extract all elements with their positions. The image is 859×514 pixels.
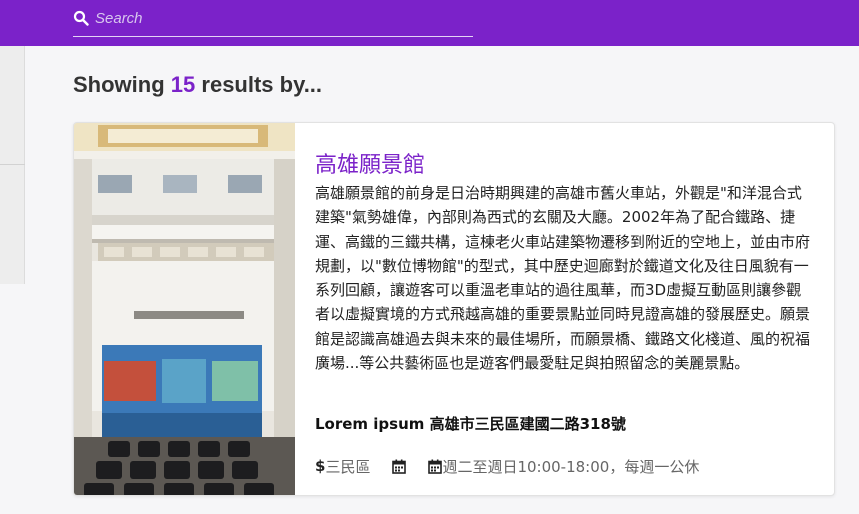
dollar-icon: $ <box>315 457 326 475</box>
side-panel-divider <box>0 164 25 165</box>
result-title[interactable]: 高雄願景館 <box>315 147 425 179</box>
results-heading: Showing 15 results by... <box>73 72 322 98</box>
result-hours: 週二至週日10:00-18:00，每週一公休 <box>442 457 700 476</box>
result-description: 高雄願景館的前身是日治時期興建的高雄市舊火車站，外觀是"和洋混合式建築"氣勢雄偉… <box>315 184 811 373</box>
search-bar <box>73 0 473 37</box>
search-input[interactable] <box>95 7 465 29</box>
results-suffix: results by... <box>201 72 323 97</box>
search-icon[interactable] <box>73 10 89 26</box>
side-panel <box>0 46 25 284</box>
result-district: 三民區 <box>325 457 371 476</box>
result-meta: $ 三民區 週二至週日10:00-18:00，每週一公休 <box>315 455 699 477</box>
results-prefix: Showing <box>73 72 165 97</box>
calendar-icon <box>392 459 407 474</box>
calendar-icon <box>428 459 443 474</box>
result-photo[interactable] <box>74 123 295 495</box>
result-address: Lorem ipsum 高雄市三民區建國二路318號 <box>315 415 626 433</box>
hall-interior-image <box>74 123 295 495</box>
results-count: 15 <box>170 72 196 97</box>
result-card[interactable]: 高雄願景館 高雄願景館的前身是日治時期興建的高雄市舊火車站，外觀是"和洋混合式建… <box>73 122 835 496</box>
top-bar <box>0 0 859 46</box>
